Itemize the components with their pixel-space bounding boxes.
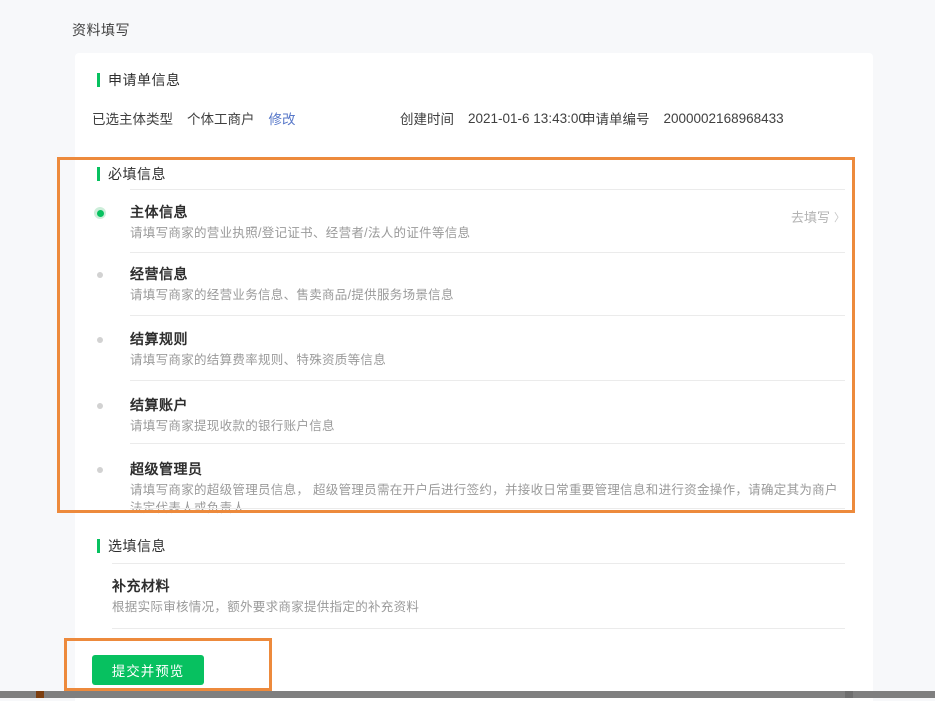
step-title: 结算账户 — [130, 397, 188, 413]
step-title: 结算规则 — [130, 331, 188, 347]
bottom-edge-mark — [845, 691, 853, 698]
step-title: 主体信息 — [130, 204, 188, 220]
created-time-value: 2021-01-6 13:43:00 — [468, 110, 586, 126]
step-desc: 请填写商家的结算费率规则、特殊资质等信息 — [130, 353, 387, 367]
divider — [130, 189, 845, 190]
divider — [130, 443, 845, 444]
subject-type-value: 个体工商户 — [187, 112, 255, 127]
submit-preview-button[interactable]: 提交并预览 — [92, 655, 204, 685]
step-title: 经营信息 — [130, 266, 188, 282]
step-business-info: 经营信息 请填写商家的经营业务信息、售卖商品/提供服务场景信息 — [75, 264, 845, 304]
step-title: 超级管理员 — [130, 461, 203, 477]
page-title: 资料填写 — [72, 22, 130, 38]
application-meta-row: 已选主体类型 个体工商户 修改 创建时间 2021-01-6 13:43:00 … — [75, 108, 873, 128]
section-title: 必填信息 — [108, 166, 166, 182]
section-accent-bar — [97, 73, 100, 87]
application-no-value: 2000002168968433 — [663, 110, 784, 126]
step-desc: 请填写商家的超级管理员信息， 超级管理员需在开户后进行签约，并接收日常重要管理信… — [130, 483, 838, 515]
step-desc: 请填写商家的营业执照/登记证书、经营者/法人的证件等信息 — [130, 226, 471, 240]
divider — [112, 628, 845, 629]
go-fill-label: 去填写 — [790, 210, 830, 225]
divider — [112, 563, 845, 564]
step-todo-dot-icon — [94, 464, 106, 476]
section-required-info: 必填信息 — [97, 164, 166, 184]
bottom-edge-mark — [36, 691, 44, 698]
section-accent-bar — [97, 167, 100, 181]
divider — [130, 315, 845, 316]
subject-type-group: 已选主体类型 个体工商户 修改 — [92, 108, 296, 128]
section-title: 申请单信息 — [108, 72, 181, 88]
step-desc: 请填写商家的经营业务信息、售卖商品/提供服务场景信息 — [130, 288, 454, 302]
step-subject-info: 主体信息 请填写商家的营业执照/登记证书、经营者/法人的证件等信息 去填写 〉 — [75, 202, 845, 242]
divider — [130, 252, 845, 253]
divider — [130, 508, 845, 509]
go-fill-link[interactable]: 去填写 〉 — [791, 207, 845, 226]
application-no-label: 申请单编号 — [582, 112, 650, 127]
optional-item-title: 补充材料 — [112, 578, 170, 594]
step-todo-dot-icon — [94, 334, 106, 346]
modify-link[interactable]: 修改 — [269, 108, 296, 128]
form-card: 申请单信息 已选主体类型 个体工商户 修改 创建时间 2021-01-6 13:… — [75, 53, 873, 701]
step-todo-dot-icon — [94, 269, 106, 281]
step-current-dot-icon — [94, 207, 106, 219]
subject-type-label: 已选主体类型 — [92, 112, 173, 127]
divider — [130, 380, 845, 381]
application-no-group: 申请单编号 2000002168968433 — [582, 108, 784, 128]
step-desc: 请填写商家提现收款的银行账户信息 — [130, 419, 335, 433]
created-time-label: 创建时间 — [400, 112, 454, 127]
created-time-group: 创建时间 2021-01-6 13:43:00 — [400, 108, 586, 128]
section-accent-bar — [97, 539, 100, 553]
chevron-right-icon: 〉 — [834, 211, 845, 224]
step-settlement-rules: 结算规则 请填写商家的结算费率规则、特殊资质等信息 — [75, 329, 845, 369]
optional-item-supplementary: 补充材料 根据实际审核情况，额外要求商家提供指定的补充资料 — [112, 576, 845, 616]
section-application-info: 申请单信息 — [97, 70, 181, 90]
section-optional-info: 选填信息 — [97, 536, 166, 556]
optional-item-desc: 根据实际审核情况，额外要求商家提供指定的补充资料 — [112, 600, 420, 614]
step-todo-dot-icon — [94, 400, 106, 412]
bottom-window-edge — [0, 691, 935, 698]
step-settlement-account: 结算账户 请填写商家提现收款的银行账户信息 — [75, 395, 845, 435]
section-title: 选填信息 — [108, 538, 166, 554]
